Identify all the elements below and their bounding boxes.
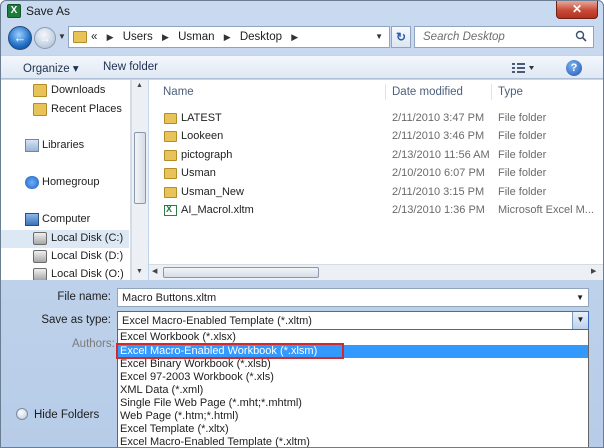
scrollbar-thumb[interactable] (134, 132, 146, 204)
sidebar-item-local-disk-d[interactable]: Local Disk (D:) (1, 248, 129, 266)
organize-button[interactable]: Organize ▾ (23, 61, 79, 75)
folder-icon (164, 187, 177, 198)
chevron-up-icon (16, 408, 28, 420)
views-icon[interactable] (511, 61, 535, 75)
breadcrumb-overflow[interactable]: « (91, 31, 97, 43)
nav-pane-scrollbar[interactable]: ▲ ▼ (131, 80, 148, 280)
dropdown-option[interactable]: XML Data (*.xml) (118, 384, 588, 397)
dropdown-option[interactable]: Excel Macro-Enabled Template (*.xltm) (118, 436, 588, 447)
computer-icon (25, 213, 39, 226)
navigation-pane: Downloads Recent Places Libraries Homegr… (1, 80, 131, 280)
disk-icon (33, 268, 47, 280)
breadcrumb-desktop[interactable]: Desktop (240, 31, 282, 43)
scroll-left-icon[interactable]: ◀ (152, 267, 157, 275)
hide-folders-button[interactable]: Hide Folders (16, 408, 99, 421)
dropdown-option-selected[interactable]: Excel Macro-Enabled Workbook (*.xlsm) (118, 345, 588, 358)
address-bar[interactable]: « ▶ Users ▶ Usman ▶ Desktop ▶ ▼ (68, 26, 390, 48)
back-button[interactable]: ← (8, 26, 32, 50)
file-list: Name Date modified Type LATEST 2/11/2010… (149, 80, 603, 280)
sidebar-item-local-disk-c[interactable]: Local Disk (C:) (1, 230, 129, 248)
sidebar-item-recent-places[interactable]: Recent Places (1, 101, 129, 119)
list-item[interactable]: AI_Macrol.xltm 2/13/2010 1:36 PM Microso… (149, 202, 603, 220)
chevron-down-icon[interactable]: ▼ (375, 32, 383, 41)
search-box[interactable]: Search Desktop (414, 26, 594, 48)
refresh-button[interactable]: ↻ (391, 26, 411, 48)
window-title: Save As (26, 4, 71, 18)
save-as-type-select[interactable]: Excel Macro-Enabled Template (*.xltm) ▼ (117, 311, 589, 330)
recent-pages-dropdown[interactable]: ▼ (58, 32, 66, 41)
column-header-type[interactable]: Type (498, 86, 523, 98)
folder-icon (164, 168, 177, 179)
command-toolbar: Organize ▾ New folder ? (1, 55, 603, 79)
recent-places-icon (33, 103, 47, 116)
disk-icon (33, 250, 47, 263)
search-icon[interactable] (575, 30, 587, 42)
sidebar-item-computer[interactable]: Computer (1, 211, 129, 229)
title-bar: X Save As ✕ (1, 1, 603, 21)
save-as-dialog: X Save As ✕ ← → ▼ « ▶ Users ▶ Usman ▶ De… (0, 0, 604, 448)
forward-button[interactable]: → (34, 27, 56, 49)
column-divider[interactable] (491, 84, 492, 100)
folder-icon (33, 84, 47, 97)
close-button[interactable]: ✕ (556, 1, 598, 19)
filename-value[interactable]: Macro Buttons.xltm (122, 292, 216, 304)
breadcrumb-users[interactable]: Users (123, 31, 153, 43)
excel-file-icon (164, 204, 177, 216)
homegroup-icon (25, 176, 39, 189)
folder-icon (164, 150, 177, 161)
file-list-scrollbar[interactable]: ◀ ▶ (149, 264, 603, 280)
dropdown-option[interactable]: Excel Workbook (*.xlsx) (118, 331, 588, 344)
dropdown-option[interactable]: Excel Template (*.xltx) (118, 423, 588, 436)
chevron-down-icon[interactable]: ▼ (572, 312, 588, 329)
sidebar-item-local-disk-o[interactable]: Local Disk (O:) (1, 266, 129, 280)
authors-label: Authors: (72, 338, 115, 350)
filename-field[interactable]: Macro Buttons.xltm ▼ (117, 288, 589, 307)
folder-icon (164, 113, 177, 124)
column-header-date[interactable]: Date modified (392, 86, 463, 98)
help-button[interactable]: ? (566, 60, 582, 76)
list-item[interactable]: LATEST 2/11/2010 3:47 PM File folder (149, 110, 603, 128)
breadcrumb: « ▶ Users ▶ Usman ▶ Desktop ▶ (91, 31, 299, 43)
chevron-down-icon[interactable]: ▼ (576, 293, 584, 302)
list-item[interactable]: Usman_New 2/11/2010 3:15 PM File folder (149, 184, 603, 202)
save-as-type-dropdown: Excel Workbook (*.xlsx) Excel Macro-Enab… (117, 329, 589, 447)
scrollbar-thumb[interactable] (163, 267, 319, 278)
scroll-up-icon[interactable]: ▲ (136, 82, 143, 89)
dropdown-option[interactable]: Single File Web Page (*.mht;*.mhtml) (118, 397, 588, 410)
search-input[interactable]: Search Desktop (423, 31, 505, 43)
list-item[interactable]: Lookeen 2/11/2010 3:46 PM File folder (149, 128, 603, 146)
sidebar-item-downloads[interactable]: Downloads (1, 82, 129, 100)
filename-label: File name: (57, 291, 111, 303)
column-divider[interactable] (385, 84, 386, 100)
dropdown-option[interactable]: Excel 97-2003 Workbook (*.xls) (118, 371, 588, 384)
scroll-right-icon[interactable]: ▶ (591, 267, 596, 275)
list-item[interactable]: Usman 2/10/2010 6:07 PM File folder (149, 165, 603, 183)
new-folder-button[interactable]: New folder (103, 61, 158, 73)
disk-icon (33, 232, 47, 245)
dropdown-option[interactable]: Excel Binary Workbook (*.xlsb) (118, 358, 588, 371)
breadcrumb-usman[interactable]: Usman (178, 31, 214, 43)
save-as-type-label: Save as type: (41, 314, 111, 326)
save-as-type-value[interactable]: Excel Macro-Enabled Template (*.xltm) (122, 315, 312, 327)
libraries-icon (25, 139, 39, 152)
scroll-down-icon[interactable]: ▼ (136, 268, 143, 275)
dropdown-option[interactable]: Web Page (*.htm;*.html) (118, 410, 588, 423)
column-header-name[interactable]: Name (163, 86, 194, 98)
sidebar-item-libraries[interactable]: Libraries (1, 137, 129, 155)
list-item[interactable]: pictograph 2/13/2010 11:56 AM File folde… (149, 147, 603, 165)
sidebar-item-homegroup[interactable]: Homegroup (1, 174, 129, 192)
folder-icon (73, 31, 87, 43)
excel-icon: X (7, 4, 21, 18)
folder-icon (164, 131, 177, 142)
